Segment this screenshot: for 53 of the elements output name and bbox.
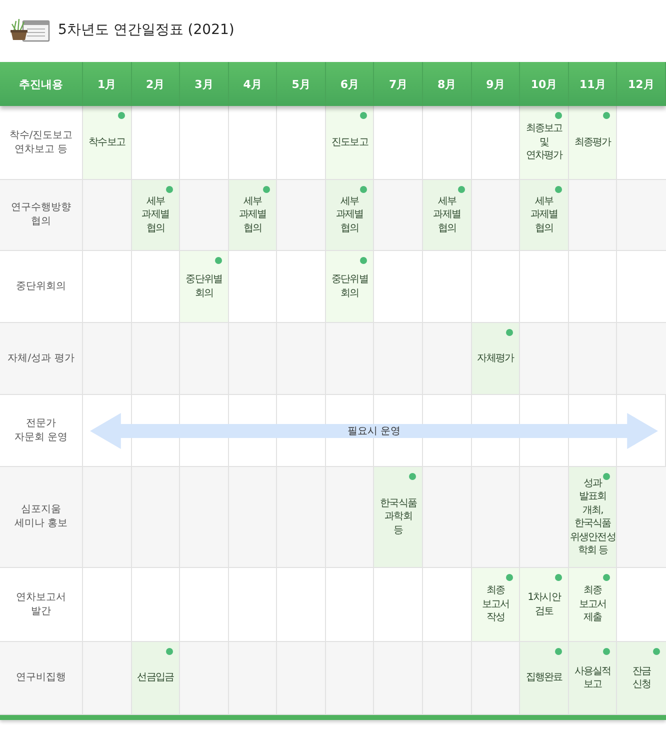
status-dot [652,648,660,655]
page-title: 5차년도 연간일정표 (2021) [58,21,234,39]
row-label: 자체/성과 평가 [8,352,74,366]
event-text: 성과 발표회 개최, 한국식품 위생안전성 학회 등 [570,476,616,558]
status-dot [458,186,465,193]
status-dot [118,112,125,119]
row-label: 연구비집행 [16,671,66,685]
status-dot [263,186,270,193]
event-text: 한국식품 과학회 등 [380,496,416,538]
event-text: 중단위별 회의 [186,273,222,300]
event-text: 세부 과제별 협의 [238,194,266,236]
event-text: 세부 과제별 협의 [142,194,170,236]
event-text: 1차시안 검토 [528,591,560,618]
status-dot [554,112,562,119]
status-dot [554,574,562,581]
status-dot [506,574,514,581]
row-label: 연구수행방향 협의 [11,201,71,229]
status-dot [603,648,610,655]
potted-plant-calendar-icon [10,17,50,43]
event-text: 세부 과제별 협의 [336,194,364,236]
event-text: 선금입금 [137,671,174,685]
event-text: 사용실적 보고 [574,664,611,692]
status-dot [409,473,416,480]
status-dot [603,473,610,480]
event-text: 집행완료 [526,671,562,685]
status-dot [603,574,610,581]
arrow-label: 필요시 운영 [347,425,401,438]
status-dot [360,257,368,264]
status-dot [166,186,174,193]
event-text: 최종 보고서 작성 [482,584,510,625]
event-text: 최종보고 및 연차평가 [526,122,562,163]
event-text: 자체평가 [477,352,514,366]
row-label: 연차보고서 발간 [16,590,66,618]
row-label: 중단위회의 [16,280,66,294]
status-dot [360,112,368,119]
event-text: 최종 보고서 제출 [578,584,606,625]
event-text: 진도보고 [331,136,368,150]
row-label: 전문가 자문회 운영 [14,416,68,444]
status-dot [214,257,222,264]
event-text: 잔금 신청 [632,664,651,692]
event-text: 착수보고 [88,136,125,150]
status-dot [554,648,562,655]
status-dot [360,186,368,193]
row-label: 심포지움 세미나 홍보 [14,503,68,531]
event-text: 중단위별 회의 [331,273,368,300]
row-label: 착수/진도보고 연차보고 등 [9,128,73,156]
event-text: 최종평가 [574,136,611,150]
event-text: 세부 과제별 협의 [530,194,558,236]
status-dot [166,648,174,655]
status-dot [506,329,514,336]
event-text: 세부 과제별 협의 [433,194,461,236]
status-dot [554,186,562,193]
status-dot [603,112,610,119]
